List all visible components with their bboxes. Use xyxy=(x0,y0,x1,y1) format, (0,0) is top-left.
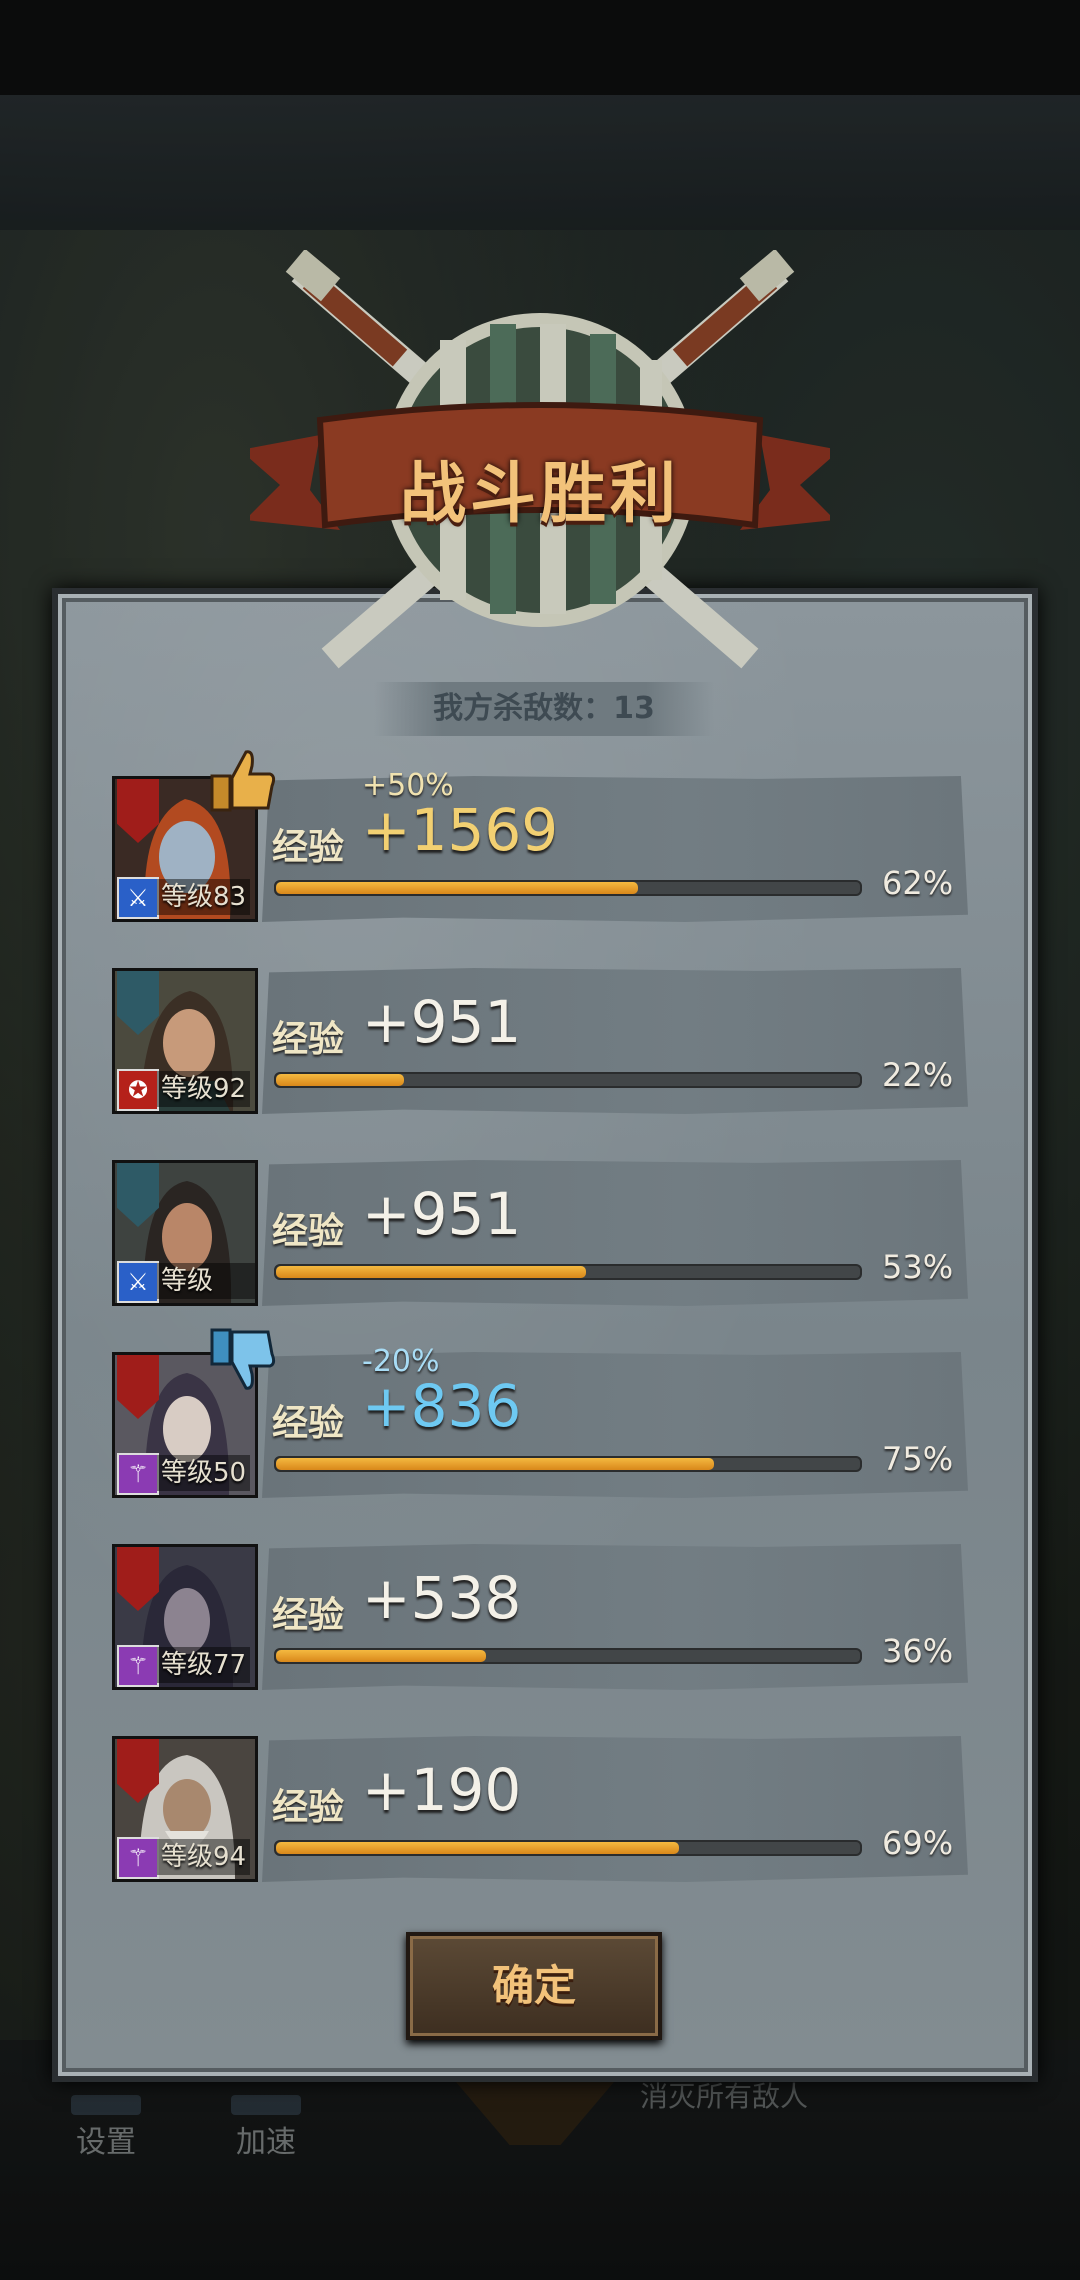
exp-label: 经验 xyxy=(272,1787,345,1828)
thumbs-down-icon xyxy=(210,1328,276,1390)
exp-value: +836 xyxy=(362,1372,522,1440)
exp-percent: 69% xyxy=(882,1824,954,1862)
hero-portrait[interactable]: ⚚ 等级77 xyxy=(112,1544,258,1690)
exp-value: +951 xyxy=(362,1180,522,1248)
staff-class-icon: ⚚ xyxy=(117,1645,159,1687)
hero-row: ⚚ 等级94 经验 +190 69% xyxy=(112,1736,968,1882)
sword-class-icon: ⚔ xyxy=(117,1261,159,1303)
hero-portrait[interactable]: ⚚ 等级94 xyxy=(112,1736,258,1882)
beast-class-icon: ✪ xyxy=(117,1069,159,1111)
exp-progress-bar xyxy=(274,1264,862,1280)
confirm-button[interactable]: 确定 xyxy=(406,1932,662,2040)
hero-level: 等级83 xyxy=(157,879,251,915)
exp-progress-fill xyxy=(276,1074,405,1086)
staff-class-icon: ⚚ xyxy=(117,1837,159,1879)
exp-progress-fill xyxy=(276,1266,586,1278)
exp-progress-fill xyxy=(276,1842,679,1854)
hero-level: 等级94 xyxy=(157,1839,251,1875)
exp-label: 经验 xyxy=(272,827,345,868)
hero-row: ⚔ 等级83 经验 +50% +1569 62% xyxy=(112,750,968,922)
exp-value: +538 xyxy=(362,1564,522,1632)
hero-row: ⚚ 等级77 经验 +538 36% xyxy=(112,1544,968,1690)
hero-level: 等级77 xyxy=(157,1647,251,1683)
kill-count: 我方杀敌数：13 xyxy=(374,682,714,736)
exp-progress-bar xyxy=(274,1840,862,1856)
hero-portrait[interactable]: ✪ 等级92 xyxy=(112,968,258,1114)
exp-progress-bar xyxy=(274,1456,862,1472)
hero-level: 等级50 xyxy=(157,1455,251,1491)
exp-percent: 75% xyxy=(882,1440,954,1478)
sword-class-icon: ⚔ xyxy=(117,877,159,919)
exp-label: 经验 xyxy=(272,1019,345,1060)
hero-row: ⚔ 等级101 经验 +951 53% xyxy=(112,1160,968,1306)
exp-progress-bar xyxy=(274,1648,862,1664)
hero-level: 等级101 xyxy=(157,1263,255,1303)
exp-progress-fill xyxy=(276,882,639,894)
hero-row: ✪ 等级92 经验 +951 22% xyxy=(112,968,968,1114)
victory-title: 战斗胜利 xyxy=(400,455,680,532)
exp-percent: 62% xyxy=(882,864,954,902)
exp-progress-fill xyxy=(276,1650,487,1662)
exp-percent: 22% xyxy=(882,1056,954,1094)
exp-label: 经验 xyxy=(272,1211,345,1252)
exp-label: 经验 xyxy=(272,1595,345,1636)
exp-value: +190 xyxy=(362,1756,522,1824)
exp-value: +951 xyxy=(362,988,522,1056)
staff-class-icon: ⚚ xyxy=(117,1453,159,1495)
exp-percent: 36% xyxy=(882,1632,954,1670)
exp-progress-bar xyxy=(274,880,862,896)
exp-percent: 53% xyxy=(882,1248,954,1286)
exp-label: 经验 xyxy=(272,1403,345,1444)
exp-progress-fill xyxy=(276,1458,714,1470)
hero-row: ⚚ 等级50 经验 -20% +836 75% xyxy=(112,1328,968,1498)
exp-progress-bar xyxy=(274,1072,862,1088)
hero-level: 等级92 xyxy=(157,1071,251,1107)
exp-value: +1569 xyxy=(362,796,559,864)
hero-portrait[interactable]: ⚔ 等级101 xyxy=(112,1160,258,1306)
thumbs-up-icon xyxy=(210,750,276,812)
